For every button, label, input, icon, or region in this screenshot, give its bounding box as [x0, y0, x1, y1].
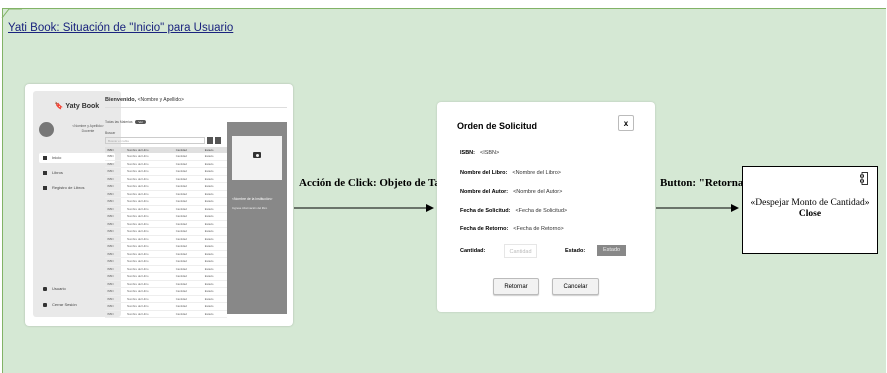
field-value: <Fecha de Retorno> [513, 226, 564, 232]
field-label: Nombre del Autor: [460, 189, 509, 195]
component-name: Close [798, 209, 822, 219]
field-label: ISBN: [460, 150, 475, 156]
component-text: «Despejar Monto de Cantidad» Close [743, 198, 877, 220]
close-component: «Despejar Monto de Cantidad» Close [742, 166, 878, 254]
arrow-label-click: Acción de Click: Objeto de Tabla [299, 177, 455, 189]
component-icon [860, 172, 868, 185]
field-fecha-solicitud: Fecha de Solicitud: <Fecha de Solicitud> [460, 208, 567, 214]
field-isbn: ISBN: <ISBN> [460, 150, 499, 156]
field-value: <Fecha de Solicitud> [515, 208, 568, 214]
close-button[interactable]: x [618, 115, 634, 131]
field-label: Nombre del Libro: [460, 170, 508, 176]
component-stereotype: «Despejar Monto de Cantidad» [750, 198, 870, 208]
cantidad-label-text: Cantidad: [460, 248, 486, 254]
field-value: <Nombre del Autor> [513, 189, 563, 195]
solicitud-modal: Orden de Solicitud x ISBN: <ISBN> Nombre … [437, 102, 655, 312]
cancel-button[interactable]: Cancelar [552, 278, 599, 295]
modal-title: Orden de Solicitud [457, 121, 538, 131]
cantidad-label: Cantidad: [460, 248, 485, 254]
field-value: <Nombre del Libro> [512, 170, 561, 176]
estado-label: Estado: [565, 248, 586, 254]
field-fecha-retorno: Fecha de Retorno: <Fecha de Retorno> [460, 226, 564, 232]
field-label: Fecha de Retorno: [460, 226, 509, 232]
estado-select[interactable]: Estado [597, 245, 626, 256]
arrow-label-retornar: Button: "Retornar" [660, 177, 755, 189]
quantity-field[interactable]: Cantidad [504, 244, 537, 258]
field-value: <ISBN> [479, 150, 500, 156]
field-nombre-libro: Nombre del Libro: <Nombre del Libro> [460, 170, 561, 176]
field-label: Fecha de Solicitud: [460, 208, 511, 214]
retornar-button[interactable]: Retornar [493, 278, 539, 295]
field-nombre-autor: Nombre del Autor: <Nombre del Autor> [460, 189, 562, 195]
